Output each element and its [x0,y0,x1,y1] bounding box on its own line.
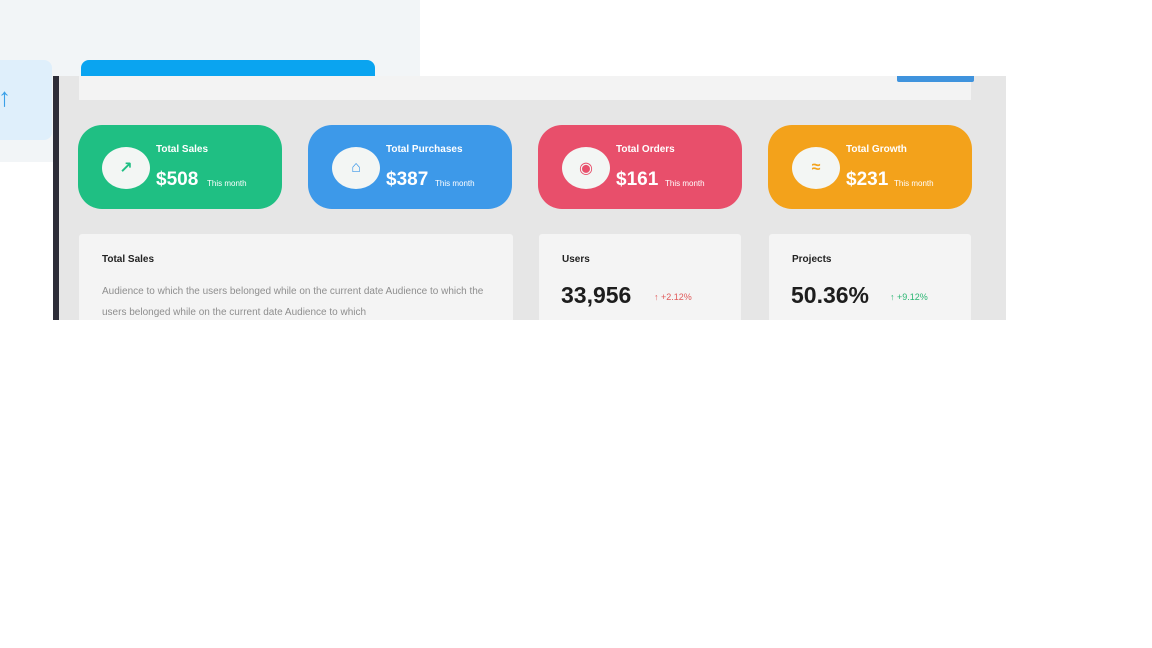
users-panel: Users 33,956 ↑ +2.12% [539,234,741,320]
stat-card-total-growth[interactable]: ≈ Total Growth $231 This month [768,125,972,209]
stat-title: Total Orders [616,144,675,155]
stat-card-total-purchases[interactable]: ⌂ Total Purchases $387 This month [308,125,512,209]
stat-title: Total Sales [156,144,209,155]
stat-period: This month [207,179,247,188]
stat-period: This month [665,179,705,188]
stat-card-total-sales[interactable]: ↗ Total Sales $508 This month [78,125,282,209]
stat-title: Total Purchases [386,144,463,155]
users-change: ↑ +2.12% [654,292,692,302]
panel-title: Projects [792,254,832,265]
panel-description: Audience to which the users belonged whi… [102,286,484,318]
stat-value: $508 [156,169,199,190]
panel-title: Users [562,254,590,265]
projects-change: ↑ +9.12% [890,292,928,302]
panel-title: Total Sales [102,254,155,265]
projects-percent: 50.36% [791,282,870,308]
sidebar-edge [53,76,59,320]
globe-icon: ◉ [562,147,610,189]
stat-value: $387 [386,169,429,190]
partial-arrow-icon: ↑ [0,82,11,112]
projects-panel: Projects 50.36% ↑ +9.12% [769,234,971,320]
stat-period: This month [894,179,934,188]
stat-period: This month [435,179,475,188]
users-count: 33,956 [561,282,632,308]
dashboard-header [79,76,974,100]
stat-value: $161 [616,169,659,190]
header-button[interactable] [897,76,974,82]
growth-chart-icon: ≈ [792,147,840,189]
basket-icon: ⌂ [332,147,380,189]
stat-value: $231 [846,169,889,190]
stat-card-total-orders[interactable]: ◉ Total Orders $161 This month [538,125,742,209]
total-sales-panel: Total Sales Audience to which the users … [79,234,513,320]
stat-title: Total Growth [846,144,907,155]
dashboard-screenshot: ↗ Total Sales $508 This month ⌂ Total Pu… [53,76,1006,320]
arrow-up-right-icon: ↗ [102,147,150,189]
